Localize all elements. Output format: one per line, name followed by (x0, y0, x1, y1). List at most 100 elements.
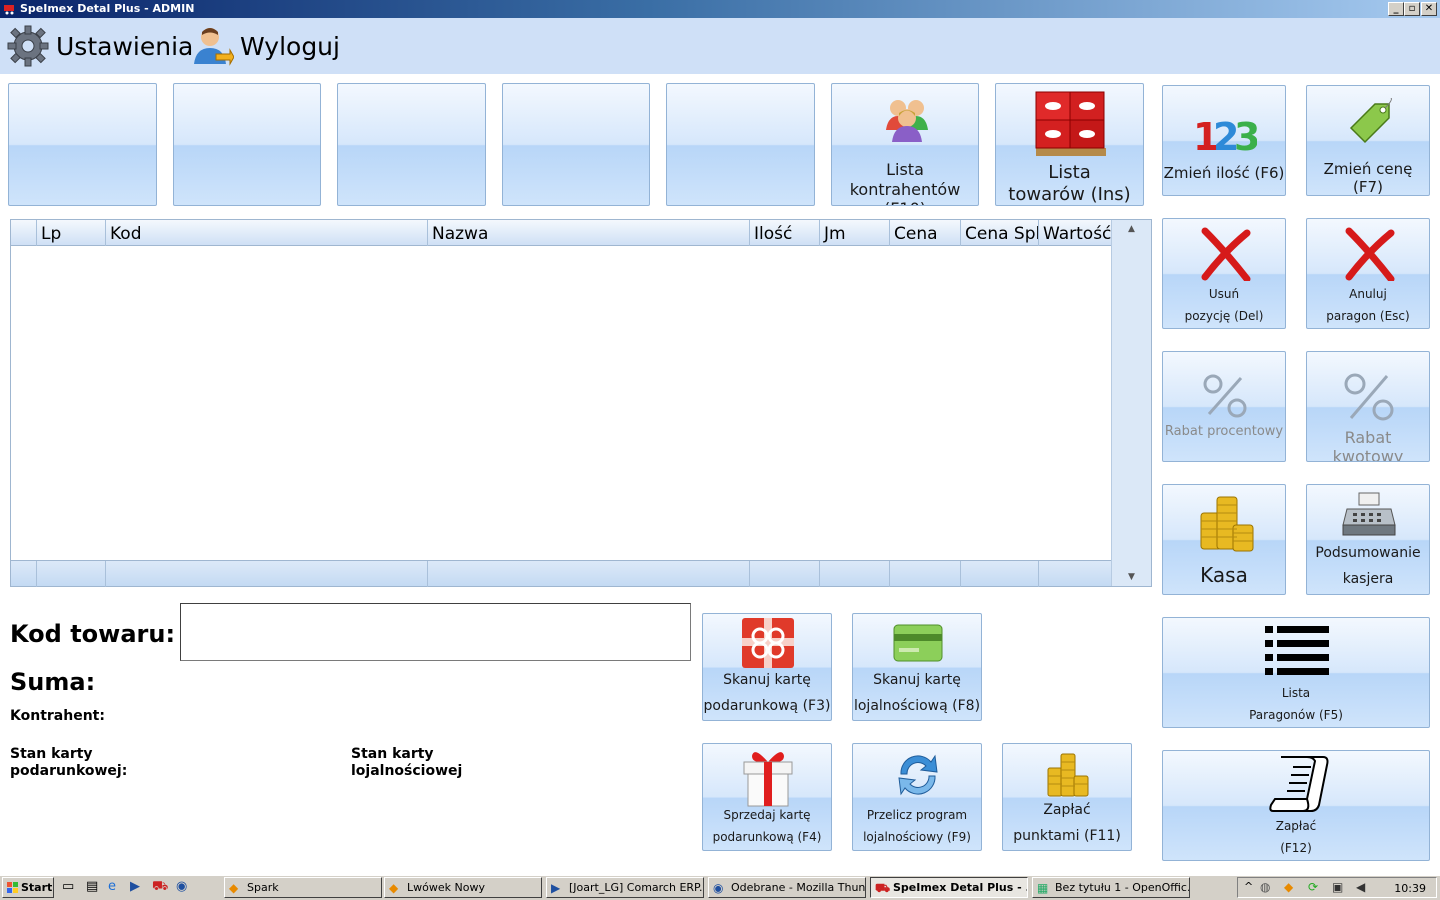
contractors-list-button[interactable]: Lista kontrahentów (F10) (831, 83, 979, 206)
delete-position-button[interactable]: Usuń pozycję (Del) (1162, 218, 1286, 329)
tray-expand-icon[interactable]: ^ (1244, 880, 1253, 893)
start-label: Start (21, 881, 53, 894)
tray-volume-icon[interactable]: ◀ (1356, 880, 1365, 894)
column-header-wartosc[interactable]: Wartość (1039, 220, 1111, 246)
items-table[interactable]: Lp Kod Nazwa Ilość Jm Cena Cena Spl Wart… (10, 219, 1152, 587)
cash-label: Kasa (1200, 563, 1248, 587)
scroll-up-icon[interactable]: ▲ (1128, 224, 1135, 234)
change-price-button[interactable]: Zmień cenę (F7) (1306, 85, 1430, 196)
scan-gift-card-button[interactable]: Skanuj kartę podarunkową (F3) (702, 613, 832, 721)
cancel-receipt-button[interactable]: Anuluj paragon (Esc) (1306, 218, 1430, 329)
gift-card-state-line2: podarunkowej: (10, 763, 128, 779)
clock[interactable]: 10:39 (1394, 879, 1426, 898)
settings-label: Ustawienia (56, 31, 194, 61)
scan-loyalty-card-button[interactable]: Skanuj kartę lojalnościową (F8) (852, 613, 982, 721)
restore-button[interactable]: ▫ (1404, 2, 1420, 16)
credit-card-icon (893, 624, 943, 662)
erp-icon: ▶ (551, 881, 561, 895)
task-lwowek[interactable]: ◆ Lwówek Nowy (384, 877, 542, 898)
empty-button-4[interactable] (502, 83, 650, 206)
logout-label: Wyloguj (240, 31, 340, 61)
discount-amount-button[interactable]: Rabat kwotowy (1306, 351, 1430, 462)
logout-menu-item[interactable]: Wyloguj (190, 24, 340, 68)
task-openoffice[interactable]: ▦ Bez tytułu 1 - OpenOffic... (1032, 877, 1190, 898)
cancel-label-line2: paragon (Esc) (1326, 309, 1410, 323)
task-label: Spark (247, 881, 279, 894)
loyalty-card-state-label: Stan karty lojalnościowej (351, 746, 462, 780)
task-label: [Joart_LG] Comarch ERP... (569, 881, 704, 894)
column-header-kod[interactable]: Kod (106, 220, 428, 246)
gift-card-icon (742, 618, 794, 668)
cash-button[interactable]: Kasa (1162, 484, 1286, 595)
close-window-button[interactable]: ✕ (1421, 2, 1437, 16)
column-header-lp[interactable]: Lp (37, 220, 106, 246)
loyalty-card-state-line1: Stan karty (351, 746, 434, 762)
pay-with-points-button[interactable]: Zapłać punktami (F11) (1002, 743, 1132, 851)
empty-button-1[interactable] (8, 83, 157, 206)
column-header-nazwa[interactable]: Nazwa (428, 220, 750, 246)
spark-icon: ◆ (389, 881, 399, 895)
column-header-jm[interactable]: Jm (820, 220, 890, 246)
contractors-label-line1: Lista (886, 160, 924, 179)
row-selector-header (11, 220, 37, 246)
system-tray: ^ ◍ ◆ ⟳ ▣ ◀ 10:39 (1237, 877, 1437, 898)
thunderbird-launcher-icon[interactable]: ◉ (176, 879, 192, 895)
calculator-icon[interactable]: ▤ (86, 879, 102, 895)
sell-gift-label-line2: podarunkową (F4) (712, 830, 822, 844)
task-spark[interactable]: ◆ Spark (224, 877, 382, 898)
recalculate-loyalty-button[interactable]: Przelicz program lojalnościowy (F9) (852, 743, 982, 851)
task-thunderbird[interactable]: ◉ Odebrane - Mozilla Thun... (708, 877, 866, 898)
change-quantity-button[interactable]: 1 2 3 Zmień ilość (F6) (1162, 85, 1286, 196)
tray-device-icon[interactable]: ▣ (1332, 880, 1343, 894)
contractor-label: Kontrahent: (10, 708, 105, 724)
sell-gift-card-button[interactable]: Sprzedaj kartę podarunkową (F4) (702, 743, 832, 851)
scroll-down-icon[interactable]: ▼ (1128, 572, 1135, 582)
empty-button-3[interactable] (337, 83, 486, 206)
coins-icon (1047, 753, 1089, 797)
product-code-label: Kod towaru: (10, 620, 176, 648)
receipts-list-button[interactable]: Lista Paragonów (F5) (1162, 617, 1430, 728)
tray-sync-icon[interactable]: ⟳ (1308, 880, 1318, 894)
goods-label-line2: towarów (Ins) (1008, 184, 1131, 205)
minimize-button[interactable]: _ (1388, 2, 1404, 16)
product-code-input[interactable] (180, 603, 691, 661)
percent-icon (1344, 373, 1394, 421)
window-title: SpeImex Detal Plus - ADMIN (20, 2, 195, 15)
goods-list-button[interactable]: Lista towarów (Ins) (995, 83, 1144, 206)
cash-register-icon (1342, 492, 1396, 536)
column-header-cena[interactable]: Cena (890, 220, 961, 246)
tray-spark-icon[interactable]: ◆ (1284, 880, 1293, 894)
task-comarch[interactable]: ▶ [Joart_LG] Comarch ERP... (546, 877, 704, 898)
boxes-pallet-icon (1035, 91, 1106, 156)
receipt-icon (1269, 756, 1329, 812)
empty-button-5[interactable] (666, 83, 815, 206)
openoffice-icon: ▦ (1037, 881, 1049, 895)
discount-percent-button[interactable]: Rabat procentowy (1162, 351, 1286, 462)
svg-text:3: 3 (1234, 116, 1257, 156)
thunderbird-icon: ◉ (713, 881, 724, 895)
internet-explorer-icon[interactable]: e (108, 879, 124, 895)
pay-label-line1: Zapłać (1275, 819, 1317, 833)
delete-label-line1: Usuń (1208, 287, 1240, 301)
window-title-bar[interactable]: SpeImex Detal Plus - ADMIN (0, 0, 1440, 18)
task-label: Odebrane - Mozilla Thun... (731, 881, 866, 894)
spark-icon: ◆ (229, 881, 239, 895)
receipts-label-line2: Paragonów (F5) (1249, 708, 1343, 722)
settings-menu-item[interactable]: Ustawienia (6, 24, 193, 68)
cashier-summary-button[interactable]: Podsumowanie kasjera (1306, 484, 1430, 595)
column-header-ilosc[interactable]: Ilość (750, 220, 820, 246)
media-icon[interactable]: ▶ (130, 879, 146, 895)
start-button[interactable]: Start (2, 877, 54, 898)
user-logout-icon (194, 28, 234, 66)
sum-label: Suma: (10, 668, 96, 696)
table-scrollbar[interactable]: ▲ ▼ (1111, 220, 1151, 586)
tray-network-icon[interactable]: ◍ (1260, 880, 1270, 894)
task-speimex[interactable]: ⛟ SpeImex Detal Plus - ... (870, 877, 1028, 898)
pay-button[interactable]: Zapłać (F12) (1162, 750, 1430, 861)
gift-card-state-label: Stan karty podarunkowej: (10, 746, 127, 780)
empty-button-2[interactable] (173, 83, 321, 206)
column-header-cena-spl[interactable]: Cena Spl (961, 220, 1039, 246)
pay-points-label-line2: punktami (F11) (1013, 828, 1121, 844)
cart-launcher-icon[interactable]: ⛟ (152, 879, 168, 895)
show-desktop-icon[interactable]: ▭ (62, 879, 78, 895)
